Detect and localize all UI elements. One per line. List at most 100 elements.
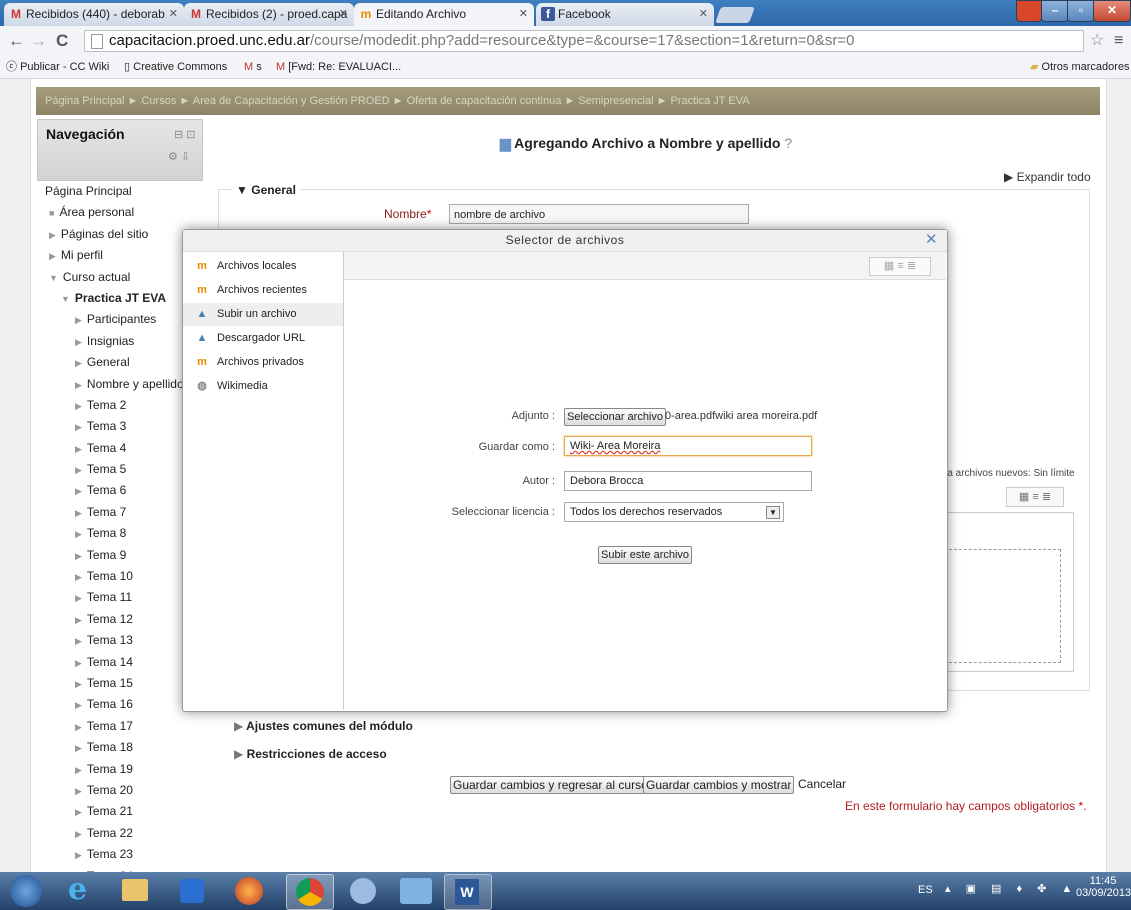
nav-item[interactable]: ▶ Tema 6: [37, 480, 203, 501]
repository-item[interactable]: ◍ Wikimedia: [183, 375, 343, 398]
nav-item[interactable]: ▶ Tema 12: [37, 609, 203, 630]
browser-tab[interactable]: M Recibidos (440) - deborab ✕: [4, 3, 184, 26]
bookmark-item[interactable]: M s: [244, 56, 262, 78]
bookmark-item[interactable]: ⓒ Publicar - CC Wiki: [6, 56, 109, 78]
nav-item[interactable]: ▶ Participantes: [37, 309, 203, 330]
browser-tab[interactable]: M Recibidos (2) - proed.capa ✕: [184, 3, 354, 26]
caret-right-icon: ▶: [234, 747, 244, 761]
browser-tab-active[interactable]: m Editando Archivo ✕: [354, 3, 534, 26]
nav-item[interactable]: ▶ Tema 18: [37, 737, 203, 758]
close-icon[interactable]: ✕: [925, 232, 938, 248]
nav-item[interactable]: ▶ Tema 10: [37, 566, 203, 587]
page-left-gutter: [0, 79, 31, 872]
clock[interactable]: 11:45 03/09/2013: [1076, 875, 1131, 899]
save-and-show-button[interactable]: Guardar cambios y mostrar: [643, 776, 795, 794]
maximize-window-button[interactable]: ▫: [1067, 0, 1095, 22]
caret-right-icon: ▶: [75, 315, 82, 326]
nav-item[interactable]: ▶ Tema 4: [37, 438, 203, 459]
folder-icon: ▰: [1030, 61, 1039, 73]
nav-item[interactable]: ▶ Tema 19: [37, 759, 203, 780]
close-tab-icon[interactable]: ✕: [339, 3, 348, 25]
address-bar[interactable]: capacitacion.proed.unc.edu.ar/course/mod…: [84, 30, 1084, 52]
nav-item[interactable]: ▶ Tema 13: [37, 630, 203, 651]
nav-item[interactable]: ▶ Mi perfil: [37, 245, 203, 266]
view-mode-buttons[interactable]: ▦ ≡ ≣: [869, 257, 931, 276]
internet-explorer-icon[interactable]: e: [68, 874, 87, 906]
nav-item[interactable]: ▶ Tema 3: [37, 416, 203, 437]
save-as-input[interactable]: Wiki- Area Moreira: [564, 436, 812, 456]
forward-arrow-icon[interactable]: →: [30, 31, 47, 51]
bookmark-star-icon[interactable]: ☆: [1090, 31, 1104, 51]
cancel-button[interactable]: Cancelar: [798, 777, 846, 791]
nav-item[interactable]: ▶ Tema 2: [37, 395, 203, 416]
close-tab-icon[interactable]: ✕: [699, 3, 708, 25]
people-icon[interactable]: [400, 878, 432, 904]
nav-item[interactable]: ▶ Insignias: [37, 331, 203, 352]
other-bookmarks[interactable]: ▰ Otros marcadores: [1030, 56, 1130, 78]
nav-item[interactable]: ▶ Tema 7: [37, 502, 203, 523]
nav-item[interactable]: ▶ Tema 21: [37, 801, 203, 822]
minimize-window-button[interactable]: –: [1041, 0, 1069, 22]
collapse-block-icon[interactable]: ⊟ ⊡: [174, 128, 196, 141]
menu-icon[interactable]: ≡: [1114, 31, 1123, 51]
chrome-taskbar-button[interactable]: [286, 874, 334, 910]
nav-item[interactable]: ▼ Curso actual: [37, 267, 203, 288]
nav-item[interactable]: ▶ Tema 23: [37, 844, 203, 865]
reload-icon[interactable]: C: [56, 31, 68, 51]
close-tab-icon[interactable]: ✕: [519, 3, 528, 25]
repository-item-selected[interactable]: ▲ Subir un archivo: [183, 303, 343, 326]
block-actions-icon[interactable]: ⚙ ⇩: [168, 150, 190, 163]
nav-item-label: Tema 5: [86, 462, 127, 477]
common-settings-toggle[interactable]: ▶ Ajustes comunes del módulo: [234, 719, 413, 733]
nav-item[interactable]: ▶ Tema 14: [37, 652, 203, 673]
close-window-button[interactable]: ✕: [1093, 0, 1131, 22]
start-button[interactable]: [10, 875, 42, 907]
nav-item[interactable]: ■ Área personal: [37, 202, 203, 223]
file-explorer-icon[interactable]: [122, 879, 148, 901]
back-arrow-icon[interactable]: ←: [8, 31, 25, 51]
nav-item[interactable]: ▼ Practica JT EVA: [37, 288, 203, 309]
general-section-toggle[interactable]: ▼ General: [232, 183, 300, 197]
access-restrictions-toggle[interactable]: ▶ Restricciones de acceso: [234, 747, 387, 761]
expand-all-link[interactable]: ▶ Expandir todo: [1004, 170, 1091, 184]
bookmark-item[interactable]: M [Fwd: Re: EVALUACI...: [276, 56, 401, 78]
choose-file-button[interactable]: Seleccionar archivo: [564, 408, 666, 426]
system-tray-icons[interactable]: ▴ ▣ ▤ ♦ ✤ ▲: [945, 882, 1078, 895]
nav-item[interactable]: ▶ Tema 11: [37, 587, 203, 608]
name-input[interactable]: nombre de archivo: [449, 204, 749, 224]
nav-item[interactable]: ▶ Tema 22: [37, 823, 203, 844]
paint-icon[interactable]: [350, 878, 376, 904]
media-player-icon[interactable]: [180, 879, 204, 903]
license-select[interactable]: Todos los derechos reservados ▼: [564, 502, 784, 522]
nav-item[interactable]: ▶ Tema 16: [37, 694, 203, 715]
nav-item[interactable]: ▶ Tema 15: [37, 673, 203, 694]
upload-file-button[interactable]: Subir este archivo: [598, 546, 693, 564]
new-tab-button[interactable]: [715, 7, 755, 23]
repository-item[interactable]: m Archivos privados: [183, 351, 343, 374]
save-and-return-button[interactable]: Guardar cambios y regresar al curso: [450, 776, 651, 794]
drop-zone[interactable]: [944, 549, 1061, 663]
filemanager-view-buttons[interactable]: ▦ ≡ ≣: [1006, 487, 1064, 507]
author-input[interactable]: Debora Brocca: [564, 471, 812, 491]
nav-item[interactable]: ▶ Tema 8: [37, 523, 203, 544]
caret-right-icon: ▶: [75, 572, 82, 583]
repository-item[interactable]: ▲ Descargador URL: [183, 327, 343, 350]
repository-item[interactable]: m Archivos locales: [183, 255, 343, 278]
word-taskbar-button[interactable]: W: [444, 874, 492, 910]
bookmark-item[interactable]: ▯ Creative Commons: [124, 56, 227, 78]
nav-item[interactable]: ▶ Páginas del sitio: [37, 224, 203, 245]
language-indicator[interactable]: ES: [918, 884, 933, 896]
firefox-icon[interactable]: [235, 877, 263, 905]
nav-item[interactable]: ▶ Nombre y apellido: [37, 374, 203, 395]
repository-item[interactable]: m Archivos recientes: [183, 279, 343, 302]
nav-item[interactable]: ▶ Tema 5: [37, 459, 203, 480]
nav-item[interactable]: ▶ Tema 9: [37, 545, 203, 566]
nav-item[interactable]: Página Principal: [37, 181, 203, 202]
browser-tab[interactable]: f Facebook ✕: [536, 3, 714, 26]
nav-item[interactable]: ▶ Tema 20: [37, 780, 203, 801]
nav-item[interactable]: ▶ General: [37, 352, 203, 373]
help-icon[interactable]: ?: [784, 135, 792, 151]
breadcrumb[interactable]: Página Principal ► Cursos ► Area de Capa…: [36, 87, 1100, 115]
close-tab-icon[interactable]: ✕: [169, 3, 178, 25]
nav-item[interactable]: ▶ Tema 17: [37, 716, 203, 737]
